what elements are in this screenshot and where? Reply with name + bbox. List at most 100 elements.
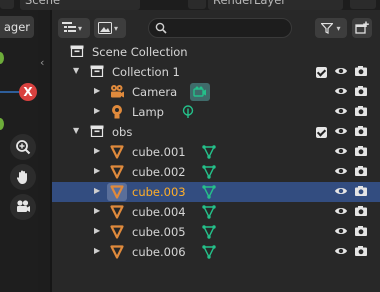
eye-icon[interactable] bbox=[334, 105, 348, 117]
tree-row-obs[interactable]: ▼ obs bbox=[52, 122, 380, 142]
eye-icon[interactable] bbox=[334, 65, 348, 77]
hand-icon bbox=[16, 170, 27, 184]
display-mode-button[interactable]: ▾ bbox=[58, 18, 90, 38]
render-camera-icon[interactable] bbox=[354, 225, 368, 237]
new-collection-button[interactable] bbox=[352, 18, 372, 38]
render-camera-icon[interactable] bbox=[354, 85, 368, 97]
expand-arrow-icon[interactable]: ▶ bbox=[94, 246, 100, 255]
camera-view-icon bbox=[17, 200, 30, 212]
new-collection-icon bbox=[355, 21, 369, 34]
tree-item-label: Scene Collection bbox=[92, 45, 188, 59]
tree-item-label: Lamp bbox=[132, 105, 164, 119]
chevron-down-icon: ▾ bbox=[336, 23, 341, 33]
mesh-icon bbox=[110, 185, 124, 199]
tree-item-label: cube.003 bbox=[132, 185, 186, 199]
mesh-data-icon[interactable] bbox=[202, 165, 216, 179]
tree-item-label: obs bbox=[112, 125, 133, 139]
mesh-icon bbox=[110, 245, 124, 259]
render-camera-icon[interactable] bbox=[354, 205, 368, 217]
tree-item-label: Collection 1 bbox=[112, 65, 180, 79]
collapse-arrow-icon[interactable]: ‹ bbox=[40, 56, 44, 69]
mesh-data-icon[interactable] bbox=[202, 205, 216, 219]
mesh-icon bbox=[110, 145, 124, 159]
mesh-icon bbox=[110, 205, 124, 219]
editor-type-button[interactable] bbox=[0, 0, 14, 9]
expand-arrow-icon[interactable]: ▶ bbox=[94, 106, 100, 115]
view-options-button[interactable]: ▾ bbox=[94, 18, 126, 38]
eye-icon[interactable] bbox=[334, 185, 348, 197]
eye-icon[interactable] bbox=[334, 225, 348, 237]
zoom-button[interactable] bbox=[10, 134, 36, 160]
mesh-data-icon[interactable] bbox=[202, 245, 216, 259]
gizmo-x-axis-icon[interactable]: X bbox=[19, 83, 37, 101]
manager-tab[interactable]: ager bbox=[0, 16, 34, 38]
tree-row-cube-002[interactable]: ▶ cube.002 bbox=[52, 162, 380, 182]
tree-row-cube-001[interactable]: ▶ cube.001 bbox=[52, 142, 380, 162]
camera-data-icon bbox=[193, 86, 206, 97]
mesh-data-icon[interactable] bbox=[202, 145, 216, 159]
tree-item-label: cube.006 bbox=[132, 245, 186, 259]
pan-button[interactable] bbox=[10, 164, 36, 190]
render-camera-icon[interactable] bbox=[354, 65, 368, 77]
mesh-data-icon[interactable] bbox=[202, 225, 216, 239]
tree-row-cube-005[interactable]: ▶ cube.005 bbox=[52, 222, 380, 242]
render-camera-icon[interactable] bbox=[354, 165, 368, 177]
search-input[interactable] bbox=[148, 18, 292, 38]
render-layer-icon[interactable] bbox=[188, 0, 206, 9]
expand-arrow-icon[interactable]: ▶ bbox=[94, 186, 100, 195]
scene-collection-icon bbox=[70, 45, 84, 57]
search-icon bbox=[155, 22, 167, 34]
eye-icon[interactable] bbox=[334, 205, 348, 217]
render-camera-icon[interactable] bbox=[354, 185, 368, 197]
expand-arrow-icon[interactable]: ▼ bbox=[73, 126, 79, 135]
tree-item-label: Camera bbox=[132, 85, 178, 99]
tree-item-label: cube.001 bbox=[132, 145, 186, 159]
expand-arrow-icon[interactable]: ▼ bbox=[73, 66, 79, 75]
eye-icon[interactable] bbox=[334, 245, 348, 257]
render-layer-selector[interactable]: RenderLayer bbox=[208, 0, 343, 10]
exclude-checkbox[interactable] bbox=[316, 67, 327, 78]
tree-row-cube-004[interactable]: ▶ cube.004 bbox=[52, 202, 380, 222]
mesh-data-icon[interactable] bbox=[202, 185, 216, 199]
camera-view-button[interactable] bbox=[10, 194, 36, 220]
mesh-icon bbox=[110, 225, 124, 239]
expand-arrow-icon[interactable]: ▶ bbox=[94, 166, 100, 175]
scene-selector[interactable]: Scene bbox=[20, 0, 140, 10]
image-icon bbox=[98, 22, 112, 34]
lamp-data-icon[interactable] bbox=[182, 105, 194, 119]
mesh-icon bbox=[110, 165, 124, 179]
render-camera-icon[interactable] bbox=[354, 245, 368, 257]
render-camera-icon[interactable] bbox=[354, 145, 368, 157]
render-camera-icon[interactable] bbox=[354, 125, 368, 137]
tree-item-label: cube.005 bbox=[132, 225, 186, 239]
render-camera-icon[interactable] bbox=[354, 105, 368, 117]
tree-row-cube-003[interactable]: ▶ cube.003 bbox=[52, 182, 380, 202]
exclude-checkbox[interactable] bbox=[316, 127, 327, 138]
tree-row-collection-1[interactable]: ▼ Collection 1 bbox=[52, 62, 380, 82]
filter-button[interactable]: ▾ bbox=[315, 18, 347, 38]
tree-row-cube-006[interactable]: ▶ cube.006 bbox=[52, 242, 380, 262]
eye-icon[interactable] bbox=[334, 85, 348, 97]
expand-arrow-icon[interactable]: ▶ bbox=[94, 86, 100, 95]
expand-arrow-icon[interactable]: ▶ bbox=[94, 146, 100, 155]
tree-item-label: cube.002 bbox=[132, 165, 186, 179]
tree-row-scene-collection[interactable]: Scene Collection bbox=[52, 42, 380, 62]
chevron-down-icon: ▾ bbox=[114, 23, 119, 33]
chevron-down-icon: ▾ bbox=[78, 23, 83, 33]
expand-arrow-icon[interactable]: ▶ bbox=[94, 226, 100, 235]
collection-icon bbox=[90, 125, 104, 137]
camera-data-button[interactable] bbox=[190, 83, 210, 101]
tree-row-camera[interactable]: ▶ Camera bbox=[52, 82, 380, 102]
collection-icon bbox=[90, 65, 104, 77]
eye-icon[interactable] bbox=[334, 125, 348, 137]
render-layer-options-button[interactable] bbox=[350, 0, 376, 9]
tree-row-lamp[interactable]: ▶ Lamp bbox=[52, 102, 380, 122]
eye-icon[interactable] bbox=[334, 145, 348, 157]
zoom-icon bbox=[16, 140, 31, 155]
filter-icon bbox=[321, 22, 334, 34]
expand-arrow-icon[interactable]: ▶ bbox=[94, 206, 100, 215]
eye-icon[interactable] bbox=[334, 165, 348, 177]
camera-icon bbox=[111, 85, 124, 98]
outliner-list-icon bbox=[62, 22, 76, 32]
lamp-icon bbox=[112, 105, 122, 119]
